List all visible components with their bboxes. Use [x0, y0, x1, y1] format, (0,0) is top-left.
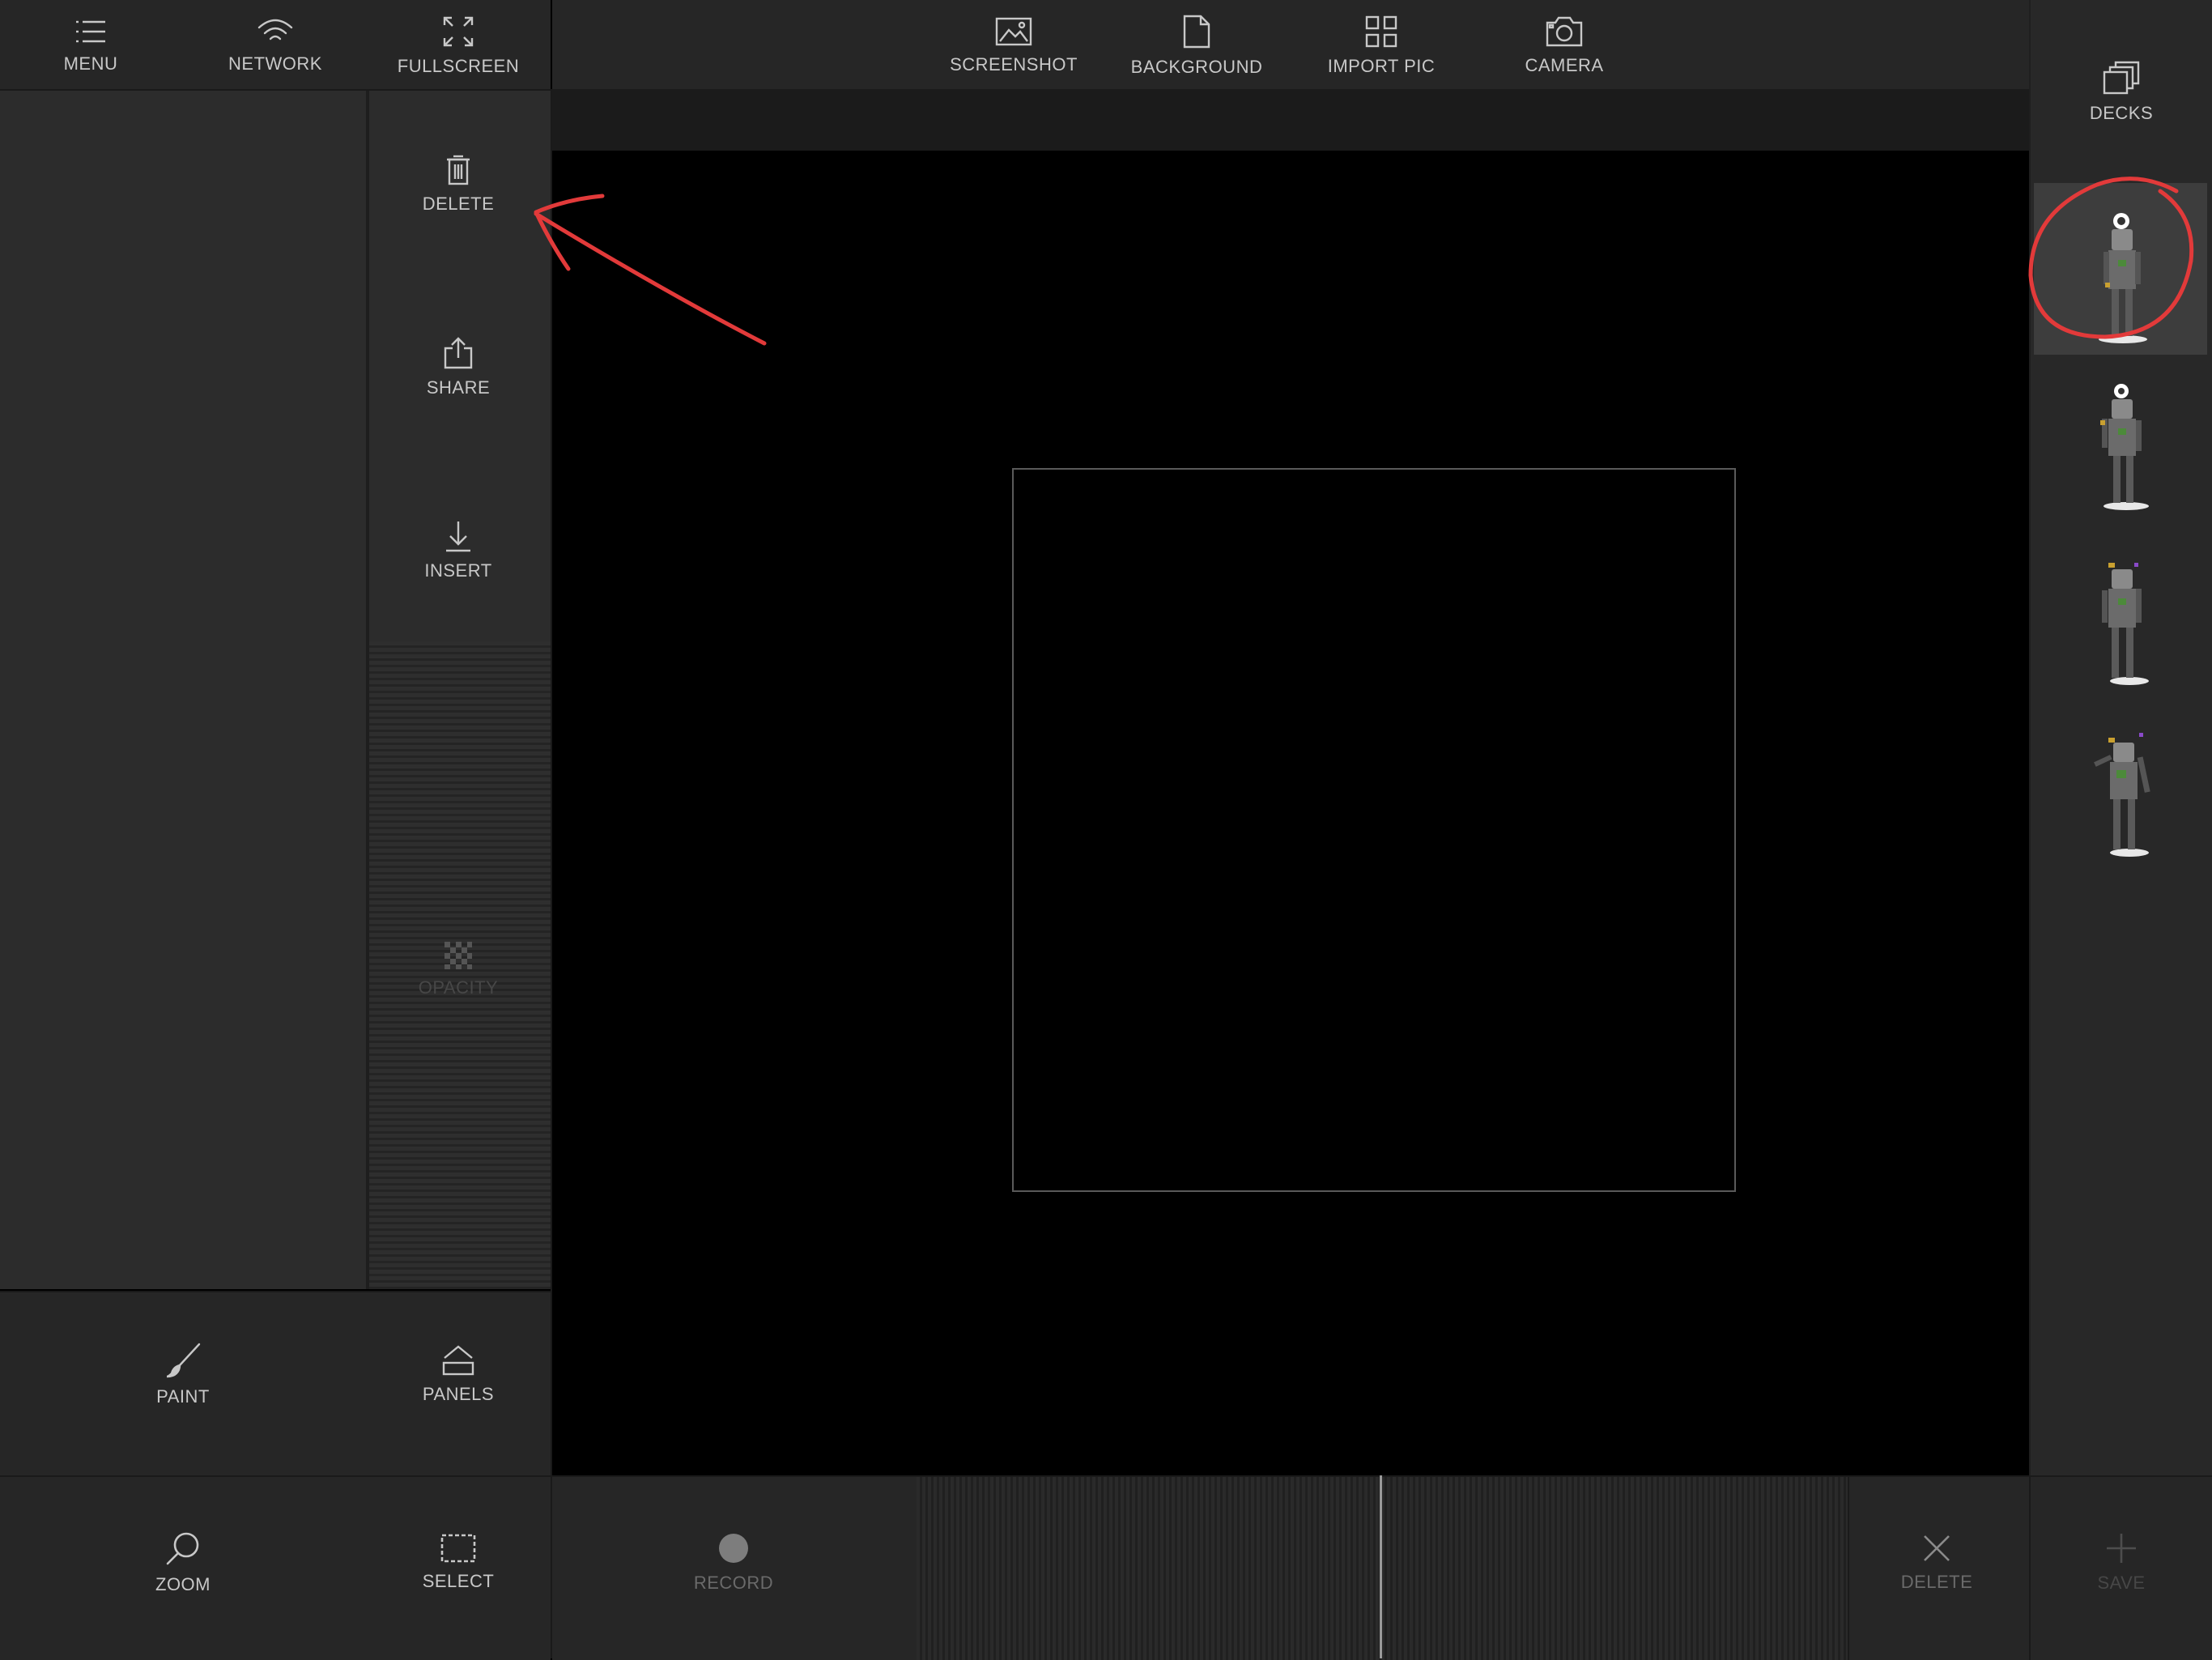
share-label: SHARE: [426, 377, 491, 398]
annotation-arrow: [534, 211, 767, 346]
insert-label: INSERT: [424, 560, 492, 581]
timeline-scrubber[interactable]: [917, 1475, 1848, 1660]
menu-label: MENU: [63, 53, 118, 74]
camera-label: CAMERA: [1525, 55, 1604, 75]
save-button[interactable]: SAVE: [2048, 1524, 2194, 1602]
close-icon: [1924, 1535, 1950, 1561]
paint-label: PAINT: [156, 1386, 210, 1407]
robot-figure-icon: [2100, 384, 2149, 510]
bottom-delete-button[interactable]: DELETE: [1864, 1524, 2010, 1602]
network-button[interactable]: NETWORK: [211, 10, 340, 83]
import-pic-button[interactable]: IMPORT PIC: [1308, 10, 1454, 83]
marquee-icon: [440, 1534, 476, 1563]
canvas-header-strip: [552, 89, 2029, 151]
record-dot-icon: [719, 1534, 748, 1563]
panels-label: PANELS: [422, 1384, 495, 1404]
magnifier-icon: [166, 1532, 199, 1565]
wifi-icon: [257, 19, 293, 40]
robot-figure-icon: [2099, 213, 2147, 343]
record-button[interactable]: RECORD: [661, 1524, 806, 1602]
document-icon: [1183, 15, 1210, 49]
opacity-label: OPACITY: [418, 977, 499, 998]
background-button[interactable]: BACKGROUND: [1124, 10, 1270, 83]
share-button[interactable]: SHARE: [385, 329, 531, 406]
eject-icon: [442, 1345, 474, 1376]
frame-thumbnail-4[interactable]: [2034, 701, 2207, 873]
screenshot-label: SCREENSHOT: [950, 54, 1078, 74]
save-label: SAVE: [2097, 1573, 2146, 1593]
background-label: BACKGROUND: [1130, 57, 1263, 77]
frame-thumbnail-3[interactable]: [2034, 530, 2207, 701]
decks-button[interactable]: DECKS: [2048, 53, 2194, 131]
top-toolbar: [552, 0, 2029, 89]
screenshot-button[interactable]: SCREENSHOT: [941, 10, 1087, 83]
network-label: NETWORK: [228, 53, 322, 74]
fullscreen-label: FULLSCREEN: [397, 56, 520, 76]
timeline-playhead[interactable]: [1380, 1475, 1382, 1658]
opacity-button[interactable]: OPACITY: [385, 931, 531, 1009]
record-label: RECORD: [693, 1573, 774, 1593]
expand-icon: [443, 16, 474, 47]
stack-icon: [2103, 61, 2140, 95]
robot-figure-icon: [2094, 733, 2150, 857]
zoom-button[interactable]: ZOOM: [110, 1524, 256, 1602]
import-pic-label: IMPORT PIC: [1327, 56, 1436, 76]
insert-button[interactable]: INSERT: [385, 512, 531, 590]
trash-icon: [447, 155, 470, 185]
select-label: SELECT: [422, 1571, 495, 1591]
paint-button[interactable]: PAINT: [110, 1336, 256, 1414]
checker-icon: [445, 942, 472, 969]
menu-button[interactable]: MENU: [26, 10, 155, 83]
list-icon: [76, 20, 105, 43]
camera-button[interactable]: CAMERA: [1491, 10, 1637, 83]
left-empty-panel: [0, 91, 366, 1289]
robot-figure-icon: [2102, 563, 2149, 685]
select-button[interactable]: SELECT: [385, 1524, 531, 1602]
delete-label: DELETE: [422, 194, 495, 214]
frame-thumbnail-1[interactable]: [2034, 183, 2207, 355]
camera-icon: [1546, 16, 1583, 47]
grid-icon: [1365, 15, 1397, 48]
fullscreen-button[interactable]: FULLSCREEN: [385, 10, 531, 83]
plus-icon: [2107, 1534, 2136, 1563]
delete-button[interactable]: DELETE: [385, 146, 531, 223]
panels-button[interactable]: PANELS: [385, 1336, 531, 1414]
zoom-label: ZOOM: [155, 1574, 211, 1594]
decks-label: DECKS: [2089, 103, 2154, 123]
frame-thumbnail-2[interactable]: [2034, 358, 2207, 530]
canvas-divider: [551, 89, 552, 1658]
drawing-canvas[interactable]: [1012, 468, 1736, 1192]
brush-icon: [166, 1343, 201, 1378]
bottom-delete-label: DELETE: [1900, 1572, 1973, 1592]
share-icon: [444, 337, 473, 369]
download-icon: [446, 521, 470, 552]
image-icon: [995, 17, 1032, 46]
